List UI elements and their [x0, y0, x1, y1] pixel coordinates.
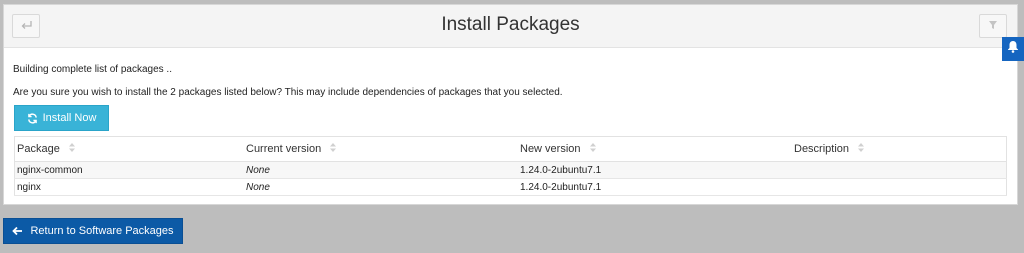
column-header-package[interactable]: Package	[14, 136, 244, 162]
sort-icon	[589, 143, 596, 155]
packages-table: Package Current version New version Desc…	[14, 136, 1007, 196]
bell-icon	[1007, 40, 1019, 58]
arrow-left-icon	[12, 226, 23, 236]
panel-header: Install Packages	[4, 5, 1017, 48]
sort-icon	[858, 143, 865, 155]
install-now-button[interactable]: Install Now	[14, 105, 109, 131]
filter-icon	[988, 17, 998, 35]
status-message: Building complete list of packages ..	[13, 64, 172, 75]
package-name: nginx	[14, 178, 244, 196]
table-row: nginx-common None 1.24.0-2ubuntu7.1	[14, 161, 1007, 179]
sort-icon	[68, 143, 75, 155]
description	[792, 161, 1007, 179]
current-version: None	[244, 161, 518, 179]
current-version: None	[244, 178, 518, 196]
install-packages-panel: Install Packages Building complete list …	[3, 4, 1018, 205]
install-now-label: Install Now	[42, 112, 97, 124]
sort-icon	[330, 143, 337, 155]
column-header-current-version[interactable]: Current version	[244, 136, 518, 162]
new-version: 1.24.0-2ubuntu7.1	[518, 178, 792, 196]
package-name: nginx-common	[14, 161, 244, 179]
table-header-row: Package Current version New version Desc…	[14, 136, 1007, 162]
return-to-software-packages-button[interactable]: Return to Software Packages	[3, 218, 183, 244]
column-header-description[interactable]: Description	[792, 136, 1007, 162]
page-title: Install Packages	[441, 14, 580, 35]
return-button-label: Return to Software Packages	[30, 225, 174, 237]
notifications-button[interactable]	[1002, 37, 1024, 61]
filter-button[interactable]	[979, 14, 1007, 38]
refresh-icon	[27, 113, 38, 124]
description	[792, 178, 1007, 196]
table-row: nginx None 1.24.0-2ubuntu7.1	[14, 178, 1007, 196]
column-header-new-version[interactable]: New version	[518, 136, 792, 162]
new-version: 1.24.0-2ubuntu7.1	[518, 161, 792, 179]
confirm-message: Are you sure you wish to install the 2 p…	[13, 87, 563, 98]
